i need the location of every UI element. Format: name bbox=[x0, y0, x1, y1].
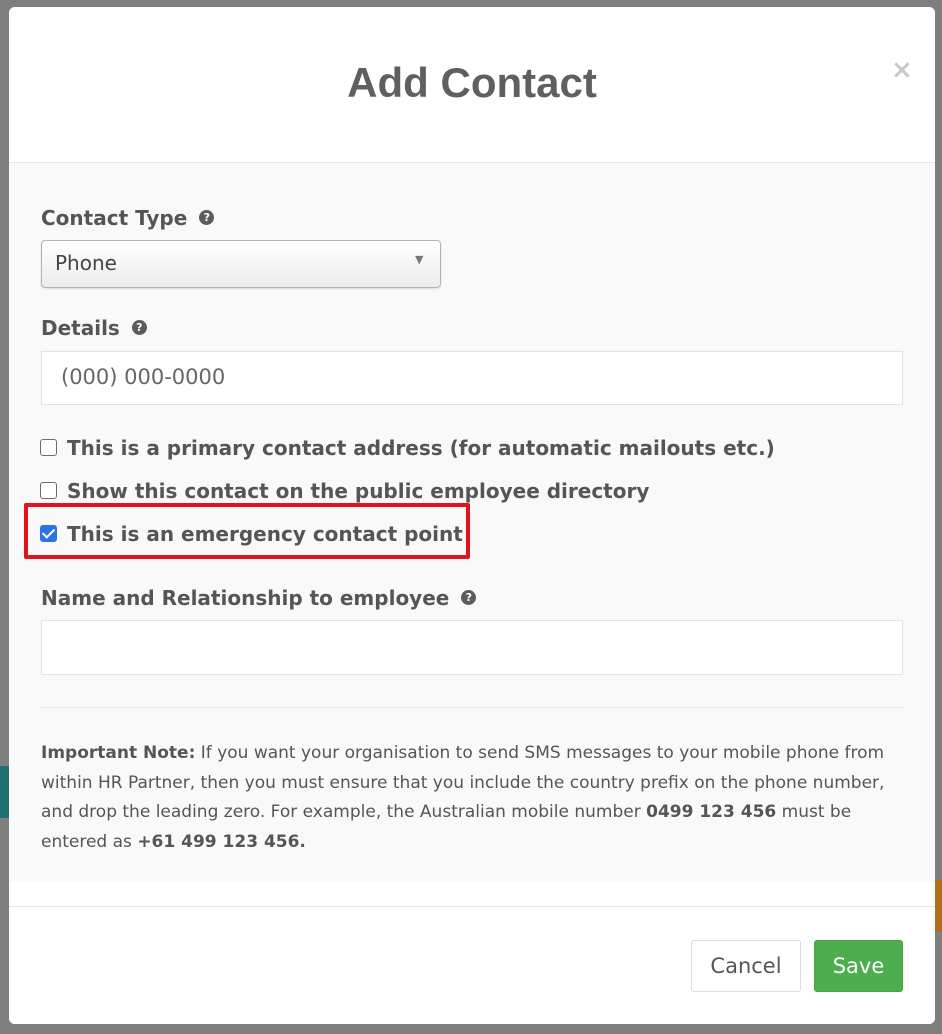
name-relationship-label: Name and Relationship to employee? bbox=[41, 586, 477, 610]
primary-contact-label: This is a primary contact address (for a… bbox=[67, 436, 775, 460]
caret-down-icon: ▼ bbox=[415, 253, 424, 266]
contact-type-selected-value: Phone bbox=[55, 251, 117, 275]
modal-footer: Cancel Save bbox=[9, 906, 935, 1024]
highlight-annotation-box bbox=[24, 503, 470, 559]
note-example-intl: +61 499 123 456. bbox=[137, 831, 306, 852]
details-label: Details? bbox=[41, 316, 147, 340]
close-icon[interactable]: × bbox=[891, 55, 913, 85]
contact-type-label-text: Contact Type bbox=[41, 206, 188, 230]
modal-title: Add Contact bbox=[347, 59, 597, 106]
public-directory-label: Show this contact on the public employee… bbox=[67, 479, 650, 503]
question-circle-icon[interactable]: ? bbox=[199, 210, 215, 225]
name-relationship-label-text: Name and Relationship to employee bbox=[41, 586, 450, 610]
cancel-button[interactable]: Cancel bbox=[691, 940, 801, 992]
note-example-local: 0499 123 456 bbox=[646, 802, 777, 822]
question-circle-icon[interactable]: ? bbox=[131, 320, 147, 335]
note-heading: Important Note: bbox=[41, 743, 196, 763]
modal-header: Add Contact × bbox=[9, 7, 935, 163]
details-label-text: Details bbox=[41, 316, 120, 340]
details-placeholder: (000) 000-0000 bbox=[61, 365, 226, 389]
divider bbox=[41, 707, 903, 708]
add-contact-modal: Add Contact × Contact Type? Phone ▼ Deta… bbox=[9, 7, 935, 1024]
name-relationship-input[interactable] bbox=[41, 620, 903, 675]
public-directory-checkbox[interactable] bbox=[40, 482, 57, 499]
primary-contact-checkbox[interactable] bbox=[40, 439, 57, 456]
save-button[interactable]: Save bbox=[814, 940, 903, 992]
details-input[interactable]: (000) 000-0000 bbox=[41, 351, 903, 405]
contact-type-select[interactable]: Phone ▼ bbox=[41, 240, 441, 288]
important-note: Important Note: If you want your organis… bbox=[41, 739, 911, 857]
modal-body: Contact Type? Phone ▼ Details? (000) 000… bbox=[9, 163, 935, 882]
question-circle-icon[interactable]: ? bbox=[461, 590, 477, 605]
contact-type-label: Contact Type? bbox=[41, 206, 215, 230]
